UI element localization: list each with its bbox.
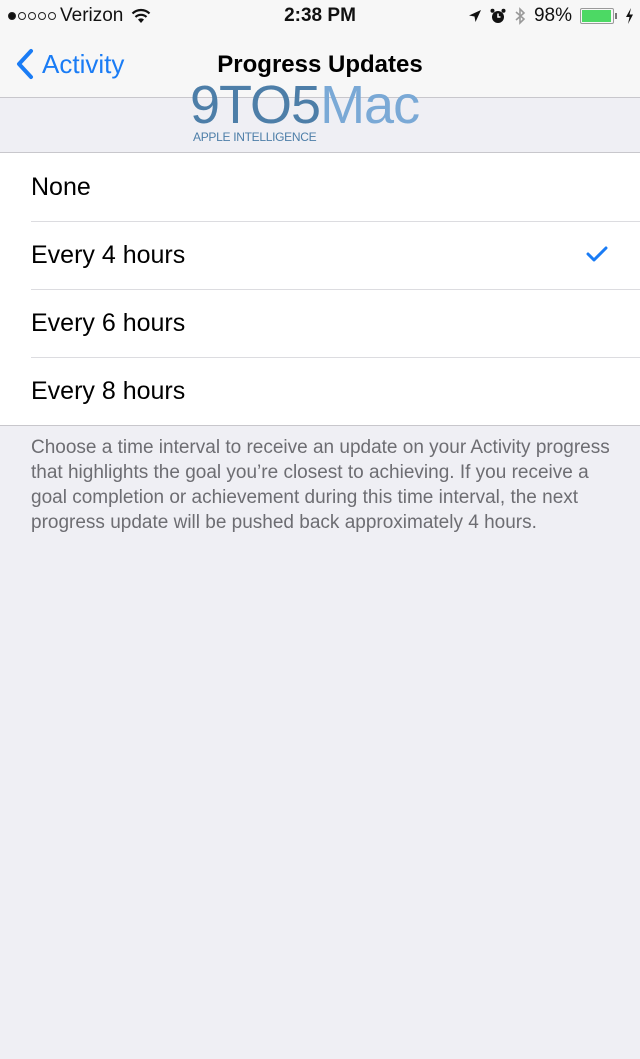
carrier-name: Verizon (60, 5, 124, 26)
signal-strength-icon (8, 12, 56, 20)
chevron-left-icon (17, 49, 33, 79)
footer-description: Choose a time interval to receive an upd… (31, 437, 610, 533)
option-none[interactable]: None (0, 153, 640, 221)
wifi-icon (132, 8, 151, 23)
charging-bolt-icon (626, 8, 633, 24)
option-label: Every 4 hours (31, 240, 186, 269)
watermark-tagline: APPLE INTELLIGENCE (193, 130, 317, 144)
option-every-4-hours[interactable]: Every 4 hours (0, 221, 640, 289)
option-label: Every 8 hours (31, 376, 186, 405)
status-bar: Verizon 2:38 PM 98% (0, 0, 640, 34)
option-every-8-hours[interactable]: Every 8 hours (0, 357, 640, 425)
status-right: 98% (468, 5, 634, 27)
alarm-icon (490, 8, 506, 23)
back-button[interactable]: Activity (16, 48, 124, 80)
bluetooth-icon (515, 7, 526, 25)
back-label: Activity (42, 48, 125, 79)
battery-icon (580, 8, 617, 24)
battery-percent: 98% (533, 5, 572, 26)
option-label: Every 6 hours (31, 308, 186, 337)
location-arrow-icon (468, 10, 481, 22)
interval-options-list: None Every 4 hours Every 6 hours Every 8… (0, 152, 640, 426)
navigation-bar: Activity Progress Updates (0, 34, 640, 98)
option-label: None (31, 172, 91, 201)
option-every-6-hours[interactable]: Every 6 hours (0, 289, 640, 357)
checkmark-icon (586, 246, 608, 262)
status-left: Verizon (8, 5, 151, 27)
